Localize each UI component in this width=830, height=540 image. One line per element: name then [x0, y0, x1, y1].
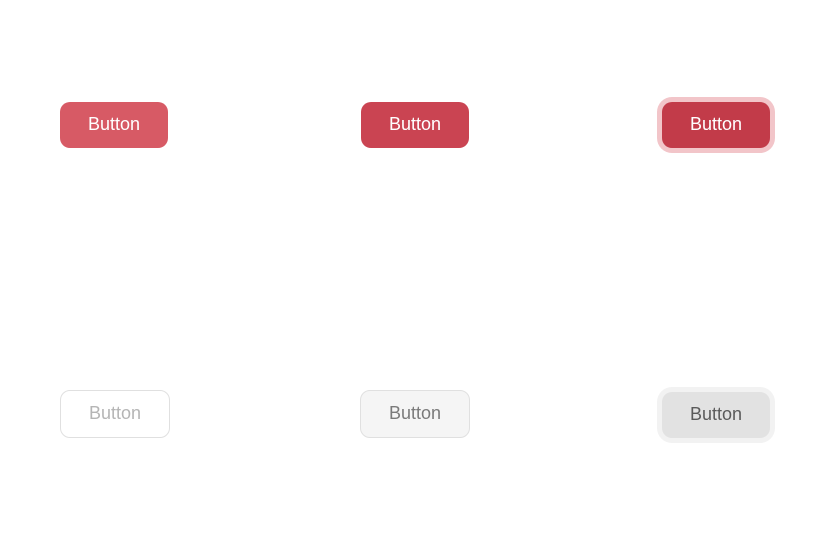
button-label: Button	[89, 403, 141, 425]
cell-primary-focus: Button	[533, 60, 770, 170]
cell-secondary-default: Button	[60, 370, 297, 480]
cell-primary-hover: Button	[297, 60, 534, 170]
cell-primary-default: Button	[60, 60, 297, 170]
button-label: Button	[690, 404, 742, 426]
primary-button-focus[interactable]: Button	[662, 102, 770, 148]
primary-button-default[interactable]: Button	[60, 102, 168, 148]
cell-secondary-focus: Button	[533, 370, 770, 480]
primary-button-hover[interactable]: Button	[361, 102, 469, 148]
button-label: Button	[88, 114, 140, 136]
button-label: Button	[389, 403, 441, 425]
cell-secondary-hover: Button	[297, 370, 534, 480]
button-label: Button	[389, 114, 441, 136]
secondary-button-default[interactable]: Button	[60, 390, 170, 438]
button-states-grid: Button Button Button Button Button Butto…	[0, 0, 830, 540]
secondary-button-hover[interactable]: Button	[360, 390, 470, 438]
button-label: Button	[690, 114, 742, 136]
secondary-button-focus[interactable]: Button	[662, 392, 770, 438]
